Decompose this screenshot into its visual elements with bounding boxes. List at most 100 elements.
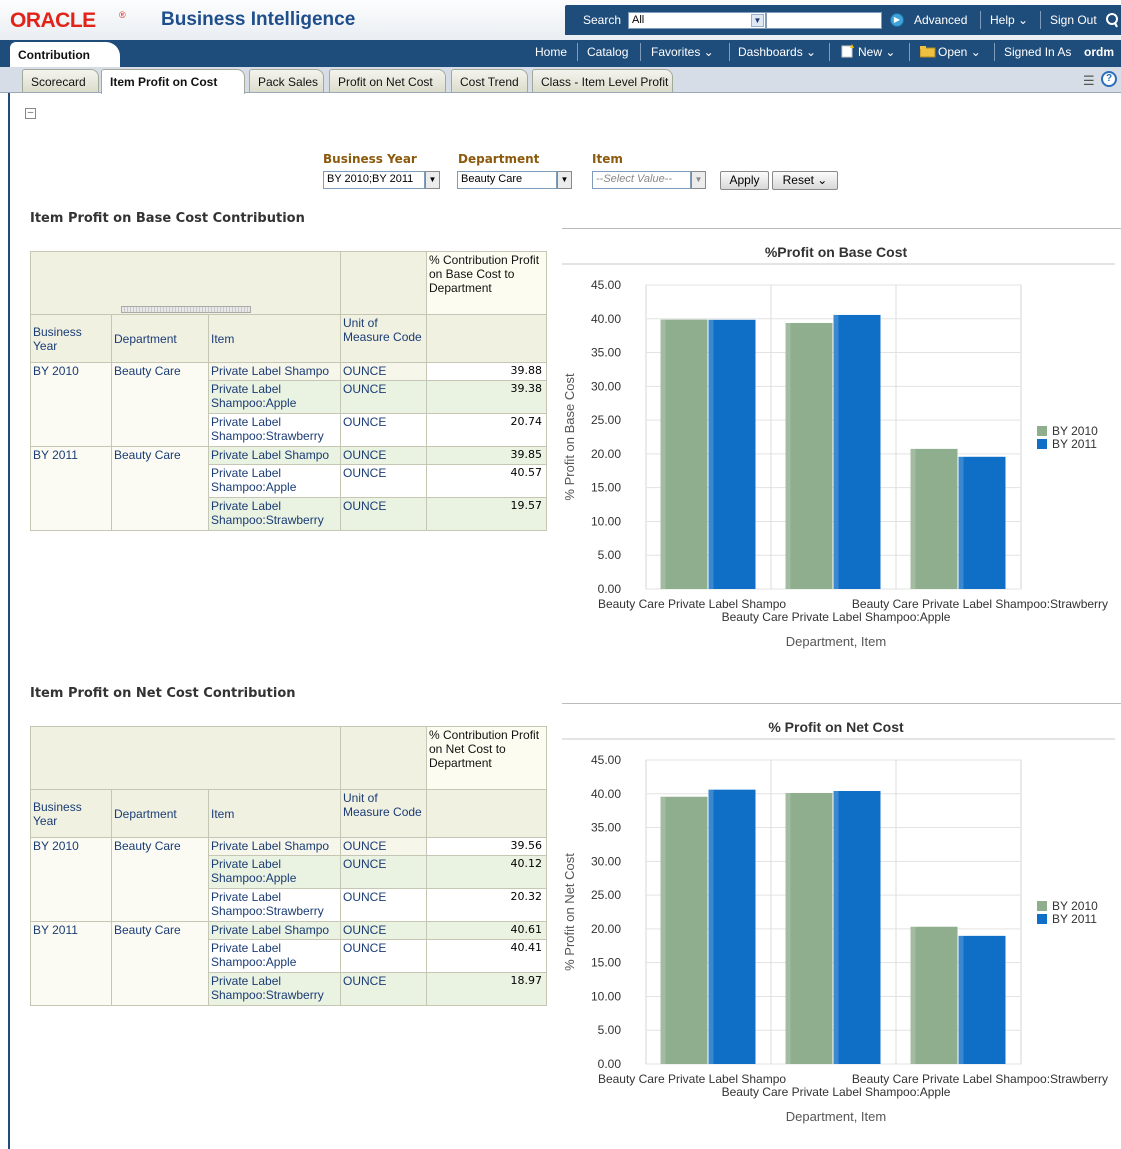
advanced-link[interactable]: Advanced [914,13,967,27]
value-cell: 39.38 [426,380,547,414]
x-tick-label: Beauty Care Private Label Shampo [598,1072,786,1086]
divider [640,43,641,61]
item-cell[interactable]: Private Label Shampo [208,837,341,856]
col-header-item: Item [208,789,341,838]
uom-cell[interactable]: OUNCE [340,464,427,498]
page-options-icon[interactable]: ☰ [1083,73,1095,89]
item-cell[interactable]: Private Label Shampoo:Apple [208,464,341,498]
year-cell[interactable]: BY 2010 [30,837,112,922]
search-scope-value: All [632,14,645,26]
column-drop-target[interactable] [120,306,251,313]
bar [660,319,708,589]
signed-in-label: Signed In As [1004,45,1072,59]
department-select[interactable]: Beauty Care ▼ [457,171,572,189]
bar [910,448,958,589]
help-menu[interactable]: Help ⌄ [990,13,1028,27]
open-menu[interactable]: Open ⌄ [938,45,981,59]
reset-button[interactable]: Reset ⌄ [772,171,838,190]
dashboards-menu[interactable]: Dashboards ⌄ [738,45,816,59]
item-cell[interactable]: Private Label Shampoo:Strawberry [208,497,341,531]
uom-cell[interactable]: OUNCE [340,888,427,922]
chevron-down-icon[interactable]: ▼ [751,14,764,27]
chevron-down-icon[interactable]: ▼ [691,171,706,189]
sign-out-link[interactable]: Sign Out [1050,13,1097,27]
value-cell: 40.41 [426,939,547,973]
business-year-select[interactable]: BY 2010;BY 2011 ▼ [323,171,440,189]
x-axis-title: Department, Item [786,634,886,649]
bar [785,792,833,1064]
year-cell[interactable]: BY 2011 [30,921,112,1006]
apply-button[interactable]: Apply [720,171,769,190]
bar-highlight [785,792,791,1064]
bar-highlight [833,791,839,1064]
y-tick-label: 5.00 [598,1023,622,1037]
item-cell[interactable]: Private Label Shampoo:Strawberry [208,888,341,922]
item-cell[interactable]: Private Label Shampoo:Strawberry [208,972,341,1006]
item-select[interactable]: --Select Value-- ▼ [592,171,706,189]
chevron-down-icon[interactable]: ▼ [425,171,440,189]
home-link[interactable]: Home [535,45,567,59]
uom-cell[interactable]: OUNCE [340,855,427,889]
search-icon[interactable] [1105,12,1119,28]
item-cell[interactable]: Private Label Shampo [208,921,341,940]
measure-subheader [426,789,547,838]
search-input[interactable] [766,12,882,29]
help-icon[interactable]: ? [1101,71,1117,87]
uom-cell[interactable]: OUNCE [340,837,427,856]
divider [562,703,1121,704]
bar [708,789,756,1064]
uom-cell[interactable]: OUNCE [340,362,427,381]
uom-cell[interactable]: OUNCE [340,380,427,414]
dashboard-tab-contribution[interactable]: Contribution [10,42,120,67]
tab-class-item-level-profit[interactable]: Class - Item Level Profit [532,69,673,92]
department-cell[interactable]: Beauty Care [111,446,209,531]
department-cell[interactable]: Beauty Care [111,837,209,922]
measure-header: % Contribution Profit on Net Cost to Dep… [426,726,547,790]
item-cell[interactable]: Private Label Shampoo:Apple [208,380,341,414]
search-scope-select[interactable]: All ▼ [628,12,766,29]
collapse-section-icon[interactable]: – [25,108,36,119]
registered-mark: ® [119,10,126,20]
bar-highlight [785,322,791,589]
item-cell[interactable]: Private Label Shampo [208,446,341,465]
uom-cell[interactable]: OUNCE [340,446,427,465]
new-menu[interactable]: New ⌄ [858,45,895,59]
year-cell[interactable]: BY 2010 [30,362,112,447]
y-tick-label: 40.00 [591,787,621,801]
item-cell[interactable]: Private Label Shampo [208,362,341,381]
favorites-menu[interactable]: Favorites ⌄ [651,45,714,59]
item-cell[interactable]: Private Label Shampoo:Apple [208,939,341,973]
legend-label: BY 2010 [1052,424,1098,438]
section-title: Item Profit on Base Cost Contribution [30,211,305,226]
item-cell[interactable]: Private Label Shampoo:Strawberry [208,413,341,447]
item-cell[interactable]: Private Label Shampoo:Apple [208,855,341,889]
chevron-down-icon[interactable]: ▼ [557,171,572,189]
value-cell: 20.74 [426,413,547,447]
catalog-link[interactable]: Catalog [587,45,628,59]
pivot-table-base-cost: % Contribution Profit on Base Cost to De… [30,251,547,531]
value-cell: 39.88 [426,362,547,381]
tab-scorecard[interactable]: Scorecard [22,69,99,92]
uom-cell[interactable]: OUNCE [340,413,427,447]
search-go-icon[interactable]: ▶ [890,13,904,27]
pivot-header-blank [340,251,427,315]
uom-cell[interactable]: OUNCE [340,972,427,1006]
pivot-header-blank [340,726,427,790]
year-cell[interactable]: BY 2011 [30,446,112,531]
divider [909,43,910,61]
uom-cell[interactable]: OUNCE [340,497,427,531]
department-cell[interactable]: Beauty Care [111,921,209,1006]
bar [785,322,833,589]
department-cell[interactable]: Beauty Care [111,362,209,447]
uom-cell[interactable]: OUNCE [340,939,427,973]
col-header-business-year: Business Year [30,314,112,363]
tab-cost-trend[interactable]: Cost Trend [451,69,528,92]
tab-profit-on-net-cost[interactable]: Profit on Net Cost [329,69,446,92]
bar-highlight [958,456,964,589]
uom-cell[interactable]: OUNCE [340,921,427,940]
tab-item-profit-on-cost[interactable]: Item Profit on Cost [101,69,245,94]
user-name[interactable]: ordm [1084,45,1114,59]
col-header-department: Department [111,314,209,363]
left-rule [8,93,10,1149]
tab-pack-sales[interactable]: Pack Sales [249,69,324,92]
